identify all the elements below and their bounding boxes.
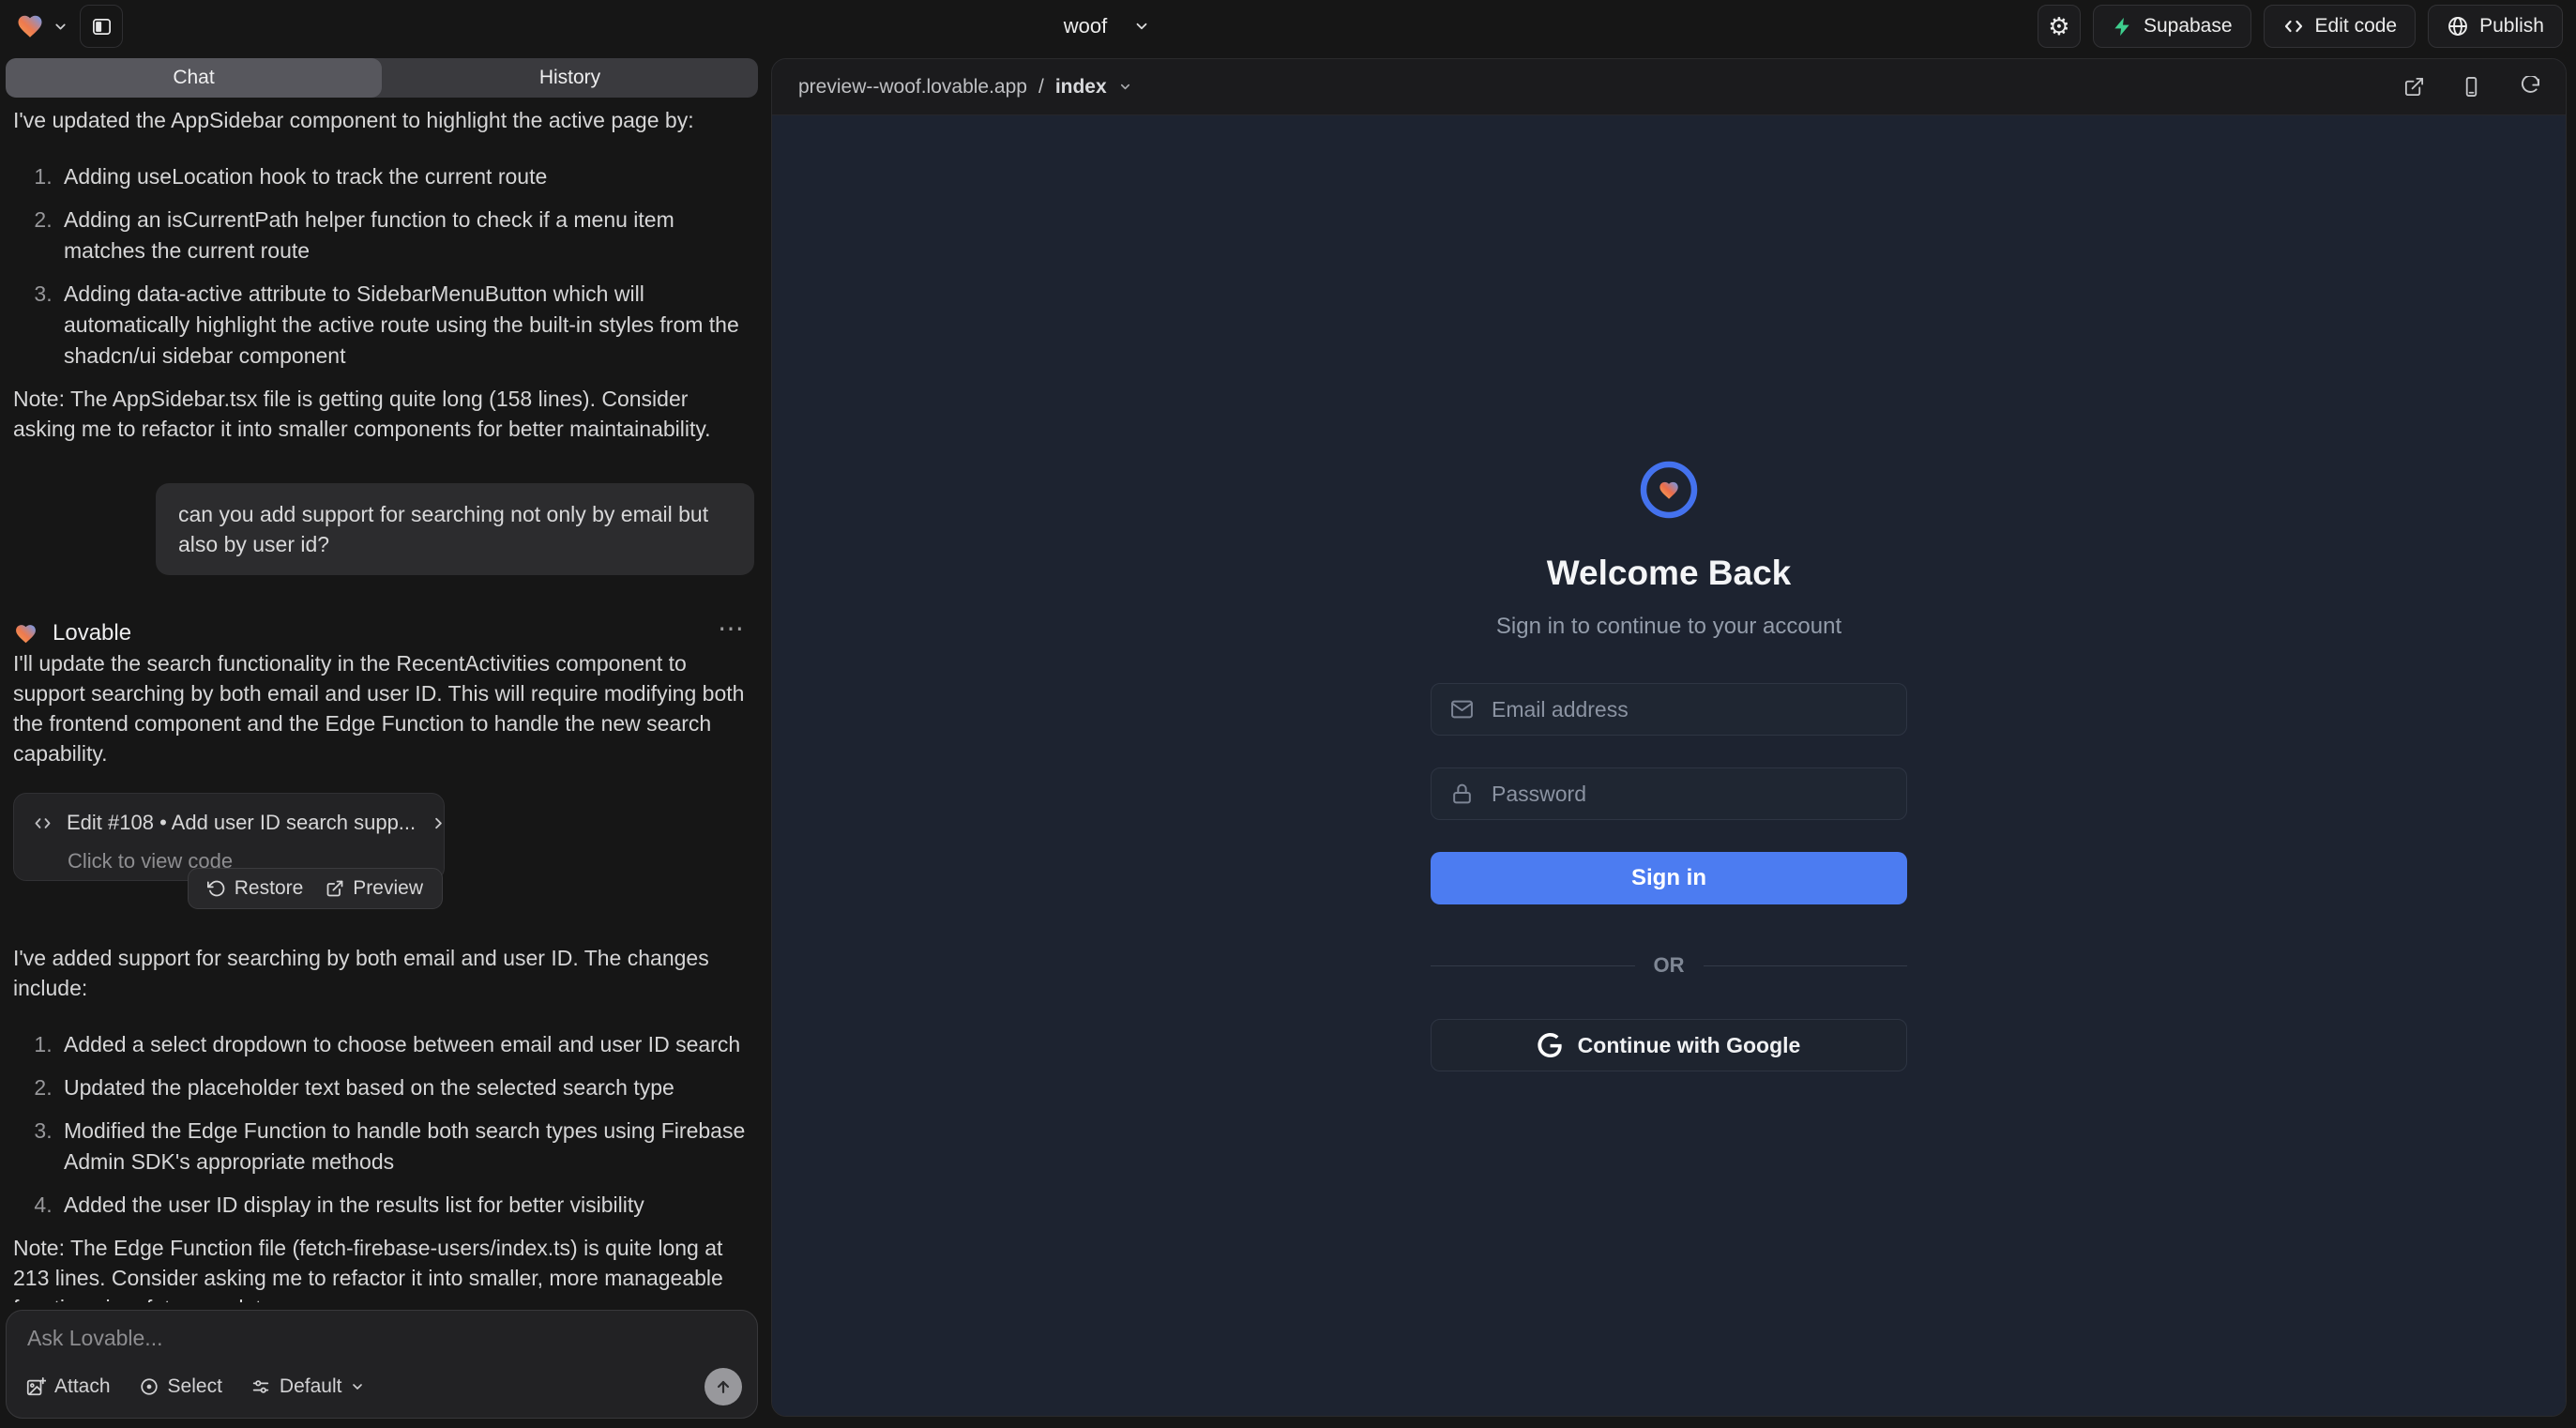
chevron-right-icon [430, 814, 447, 832]
list-item: Adding an isCurrentPath helper function … [58, 205, 754, 266]
assistant-paragraph: I've added support for searching by both… [13, 943, 754, 1003]
assistant-header: Lovable ⋯ [13, 618, 754, 648]
assistant-list: Added a select dropdown to choose betwee… [13, 1029, 754, 1221]
list-item: Added the user ID display in the results… [58, 1190, 754, 1221]
external-link-icon [326, 879, 344, 898]
app-logo [1639, 460, 1699, 520]
login-subtitle: Sign in to continue to your account [1496, 614, 1841, 640]
or-label: OR [1654, 953, 1685, 978]
top-header: woof ⚙ Supabase Edit code Publish [0, 0, 2576, 53]
gear-icon: ⚙ [2048, 14, 2069, 38]
arrow-up-icon [714, 1377, 733, 1396]
chat-history-tabs: Chat History [6, 58, 758, 98]
supabase-label: Supabase [2144, 15, 2233, 38]
project-title: woof [1064, 14, 1107, 38]
attach-image-icon [25, 1376, 46, 1397]
list-item: Updated the placeholder text based on th… [58, 1072, 754, 1103]
globe-icon [2447, 15, 2469, 38]
google-icon [1538, 1033, 1562, 1057]
assistant-name: Lovable [53, 618, 131, 648]
preview-url: preview--woof.lovable.app [798, 76, 1027, 99]
tab-history[interactable]: History [382, 58, 758, 98]
or-divider: OR [1431, 953, 1907, 978]
preview-panel: preview--woof.lovable.app / index [771, 58, 2567, 1417]
list-item: Modified the Edge Function to handle bot… [58, 1116, 754, 1177]
mail-icon [1450, 698, 1474, 722]
lovable-heart-icon [15, 12, 45, 40]
attach-label: Attach [54, 1375, 111, 1398]
restore-label: Restore [235, 877, 304, 900]
restore-button[interactable]: Restore [207, 877, 304, 900]
refresh-button[interactable] [2518, 76, 2539, 98]
google-label: Continue with Google [1578, 1033, 1801, 1058]
restore-icon [207, 879, 226, 898]
select-label: Select [168, 1375, 222, 1398]
chat-composer: Attach Select Default [6, 1310, 758, 1419]
edit-card-title: Edit #108 • Add user ID search supp... [67, 808, 416, 838]
google-sign-in-button[interactable]: Continue with Google [1431, 1019, 1907, 1071]
lock-icon [1450, 782, 1474, 806]
list-item: Added a select dropdown to choose betwee… [58, 1029, 754, 1060]
email-field[interactable] [1431, 683, 1907, 736]
lovable-heart-icon [13, 622, 38, 646]
select-button[interactable]: Select [139, 1375, 222, 1398]
preview-viewport: Welcome Back Sign in to continue to your… [772, 115, 2566, 1416]
external-link-icon [2403, 76, 2425, 98]
mobile-view-button[interactable] [2461, 76, 2482, 98]
tab-chat[interactable]: Chat [6, 58, 382, 98]
open-in-new-tab-button[interactable] [2403, 76, 2425, 98]
settings-button[interactable]: ⚙ [2038, 5, 2081, 48]
preview-label: Preview [353, 877, 423, 900]
lovable-project-menu[interactable] [15, 12, 68, 40]
chevron-down-icon [53, 19, 68, 35]
send-button[interactable] [705, 1368, 742, 1405]
assistant-note: Note: The AppSidebar.tsx file is getting… [13, 384, 754, 444]
assistant-paragraph: I'll update the search functionality in … [13, 648, 754, 768]
code-brackets-icon [2282, 15, 2305, 38]
list-item: Adding data-active attribute to SidebarM… [58, 279, 754, 372]
preview-page: index [1055, 76, 1107, 99]
publish-label: Publish [2479, 15, 2544, 38]
sign-in-button[interactable]: Sign in [1431, 852, 1907, 904]
sidebar-toggle-button[interactable] [80, 5, 123, 48]
message-options-button[interactable]: ⋯ [718, 613, 747, 644]
preview-toolbar: preview--woof.lovable.app / index [772, 59, 2566, 115]
path-separator: / [1038, 76, 1044, 99]
smartphone-icon [2461, 76, 2482, 98]
edit-code-label: Edit code [2315, 15, 2398, 38]
attach-button[interactable]: Attach [25, 1375, 111, 1398]
chevron-down-icon [350, 1379, 365, 1394]
password-field[interactable] [1431, 767, 1907, 820]
supabase-bolt-icon [2112, 16, 2133, 38]
preview-url-selector[interactable]: preview--woof.lovable.app / index [798, 76, 1132, 99]
project-switcher[interactable]: woof [994, 0, 1220, 53]
user-message: can you add support for searching not on… [156, 483, 754, 575]
chat-transcript: I've updated the AppSidebar component to… [13, 105, 754, 1302]
panel-layout-icon [91, 16, 113, 38]
chat-input[interactable] [27, 1326, 736, 1365]
assistant-list: Adding useLocation hook to track the cur… [13, 161, 754, 372]
assistant-paragraph: I've updated the AppSidebar component to… [13, 105, 754, 135]
ellipsis-icon: ⋯ [718, 614, 747, 643]
version-actions-toolbar: Restore Preview [188, 868, 443, 909]
edit-code-button[interactable]: Edit code [2264, 5, 2417, 48]
preview-button[interactable]: Preview [326, 877, 423, 900]
chevron-down-icon [1133, 18, 1150, 35]
select-target-icon [139, 1376, 159, 1397]
list-item: Adding useLocation hook to track the cur… [58, 161, 754, 192]
login-title: Welcome Back [1547, 554, 1792, 593]
chevron-down-icon [1118, 80, 1132, 94]
code-brackets-icon [33, 813, 53, 833]
login-card: Welcome Back Sign in to continue to your… [1431, 460, 1907, 1071]
refresh-icon [2518, 76, 2539, 98]
supabase-button[interactable]: Supabase [2093, 5, 2251, 48]
mode-selector[interactable]: Default [250, 1375, 366, 1398]
sliders-icon [250, 1376, 271, 1397]
mode-label: Default [280, 1375, 342, 1398]
publish-button[interactable]: Publish [2428, 5, 2563, 48]
assistant-note: Note: The Edge Function file (fetch-fire… [13, 1233, 754, 1302]
